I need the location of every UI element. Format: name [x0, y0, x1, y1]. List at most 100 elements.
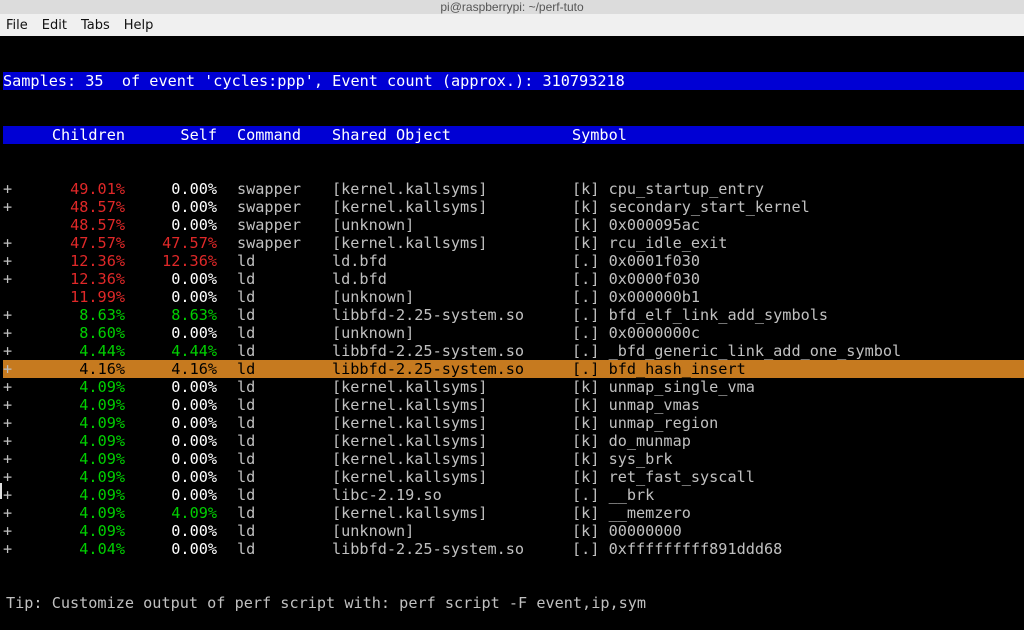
cell-self: 0.00% [125, 324, 217, 342]
cell-command: ld [217, 540, 312, 558]
cell-self: 0.00% [125, 432, 217, 450]
table-row[interactable]: 48.57%0.00%swapper[unknown][k] 0x000095a… [3, 216, 1024, 234]
table-row[interactable]: +4.09%0.00%ld[kernel.kallsyms][k] sys_br… [3, 450, 1024, 468]
cell-children: 12.36% [13, 252, 125, 270]
table-row[interactable]: +47.57%47.57%swapper[kernel.kallsyms][k]… [3, 234, 1024, 252]
table-row[interactable]: +4.09%0.00%ld[unknown][k] 00000000 [3, 522, 1024, 540]
table-row[interactable]: +4.09%0.00%ld[kernel.kallsyms][k] ret_fa… [3, 468, 1024, 486]
window-title: pi@raspberrypi: ~/perf-tuto [0, 0, 1024, 14]
menu-tabs[interactable]: Tabs [81, 17, 110, 33]
menu-file[interactable]: File [6, 17, 28, 33]
cell-self: 8.63% [125, 306, 217, 324]
menu-edit[interactable]: Edit [42, 17, 67, 33]
cell-self: 0.00% [125, 288, 217, 306]
terminal-cursor [0, 483, 2, 499]
expand-toggle[interactable]: + [3, 198, 13, 216]
cell-command: ld [217, 396, 312, 414]
expand-toggle[interactable]: + [3, 450, 13, 468]
table-row[interactable]: +48.57%0.00%swapper[kernel.kallsyms][k] … [3, 198, 1024, 216]
table-row[interactable]: +49.01%0.00%swapper[kernel.kallsyms][k] … [3, 180, 1024, 198]
table-row[interactable]: 11.99%0.00%ld[unknown][.] 0x000000b1 [3, 288, 1024, 306]
cell-command: ld [217, 270, 312, 288]
cell-symbol: [k] 0x000095ac [567, 216, 1024, 234]
cell-children: 4.09% [13, 504, 125, 522]
cell-shared-object: [unknown] [312, 288, 567, 306]
expand-toggle[interactable]: + [3, 486, 13, 504]
cell-shared-object: [kernel.kallsyms] [312, 432, 567, 450]
cell-shared-object: [kernel.kallsyms] [312, 468, 567, 486]
cell-children: 4.09% [13, 468, 125, 486]
cell-shared-object: [kernel.kallsyms] [312, 414, 567, 432]
expand-toggle[interactable] [3, 288, 13, 306]
table-row[interactable]: +8.60%0.00%ld[unknown][.] 0x0000000c [3, 324, 1024, 342]
cell-symbol: [k] 00000000 [567, 522, 1024, 540]
expand-toggle[interactable]: + [3, 360, 13, 378]
menubar: File Edit Tabs Help [0, 14, 1024, 36]
terminal-output[interactable]: Samples: 35 of event 'cycles:ppp', Event… [0, 36, 1024, 630]
expand-toggle[interactable]: + [3, 432, 13, 450]
cell-shared-object: [kernel.kallsyms] [312, 450, 567, 468]
expand-toggle[interactable]: + [3, 180, 13, 198]
cell-command: swapper [217, 216, 312, 234]
table-row[interactable]: +4.09%0.00%ld[kernel.kallsyms][k] unmap_… [3, 414, 1024, 432]
expand-toggle[interactable]: + [3, 306, 13, 324]
expand-toggle[interactable]: + [3, 342, 13, 360]
cell-symbol: [k] cpu_startup_entry [567, 180, 1024, 198]
cell-symbol: [.] bfd_elf_link_add_symbols [567, 306, 1024, 324]
table-row[interactable]: +4.04%0.00%ldlibbfd-2.25-system.so[.] 0x… [3, 540, 1024, 558]
expand-toggle[interactable]: + [3, 522, 13, 540]
expand-toggle[interactable] [3, 216, 13, 234]
cell-children: 11.99% [13, 288, 125, 306]
table-row[interactable]: +4.44%4.44%ldlibbfd-2.25-system.so[.] _b… [3, 342, 1024, 360]
expand-toggle[interactable]: + [3, 396, 13, 414]
cell-children: 4.09% [13, 378, 125, 396]
expand-toggle[interactable]: + [3, 270, 13, 288]
cell-symbol: [.] _bfd_generic_link_add_one_symbol [567, 342, 1024, 360]
cell-symbol: [k] unmap_vmas [567, 396, 1024, 414]
table-row[interactable]: +4.09%4.09%ld[kernel.kallsyms][k] __memz… [3, 504, 1024, 522]
table-row[interactable]: +4.09%0.00%ld[kernel.kallsyms][k] unmap_… [3, 396, 1024, 414]
cell-symbol: [k] unmap_single_vma [567, 378, 1024, 396]
cell-children: 8.63% [13, 306, 125, 324]
cell-children: 4.09% [13, 396, 125, 414]
table-row[interactable]: +12.36%0.00%ldld.bfd[.] 0x0000f030 [3, 270, 1024, 288]
expand-toggle[interactable]: + [3, 324, 13, 342]
cell-children: 4.04% [13, 540, 125, 558]
cell-self: 0.00% [125, 270, 217, 288]
cell-self: 0.00% [125, 216, 217, 234]
cell-symbol: [.] 0xfffffffff891ddd68 [567, 540, 1024, 558]
cell-self: 4.16% [125, 360, 217, 378]
table-row[interactable]: +12.36%12.36%ldld.bfd[.] 0x0001f030 [3, 252, 1024, 270]
table-row[interactable]: +8.63%8.63%ldlibbfd-2.25-system.so[.] bf… [3, 306, 1024, 324]
cell-children: 4.44% [13, 342, 125, 360]
cell-children: 47.57% [13, 234, 125, 252]
cell-children: 4.09% [13, 450, 125, 468]
cell-children: 48.57% [13, 216, 125, 234]
cell-symbol: [k] do_munmap [567, 432, 1024, 450]
menu-help[interactable]: Help [124, 17, 154, 33]
expand-toggle[interactable]: + [3, 468, 13, 486]
cell-command: ld [217, 486, 312, 504]
table-row[interactable]: +4.09%0.00%ld[kernel.kallsyms][k] do_mun… [3, 432, 1024, 450]
expand-toggle[interactable]: + [3, 378, 13, 396]
expand-toggle[interactable]: + [3, 540, 13, 558]
cell-shared-object: [unknown] [312, 324, 567, 342]
cell-children: 4.09% [13, 522, 125, 540]
table-row[interactable]: +4.09%0.00%ld[kernel.kallsyms][k] unmap_… [3, 378, 1024, 396]
cell-symbol: [k] __memzero [567, 504, 1024, 522]
cell-shared-object: libbfd-2.25-system.so [312, 342, 567, 360]
cell-symbol: [k] secondary_start_kernel [567, 198, 1024, 216]
cell-command: ld [217, 504, 312, 522]
cell-command: ld [217, 288, 312, 306]
cell-self: 12.36% [125, 252, 217, 270]
cell-self: 0.00% [125, 450, 217, 468]
table-row[interactable]: +4.09%0.00%ldlibc-2.19.so[.] __brk [3, 486, 1024, 504]
cell-children: 4.09% [13, 432, 125, 450]
table-row[interactable]: +4.16%4.16%ldlibbfd-2.25-system.so[.] bf… [3, 360, 1024, 378]
cell-shared-object: libbfd-2.25-system.so [312, 306, 567, 324]
expand-toggle[interactable]: + [3, 234, 13, 252]
expand-toggle[interactable]: + [3, 414, 13, 432]
perf-summary-line: Samples: 35 of event 'cycles:ppp', Event… [3, 72, 1024, 90]
expand-toggle[interactable]: + [3, 504, 13, 522]
expand-toggle[interactable]: + [3, 252, 13, 270]
